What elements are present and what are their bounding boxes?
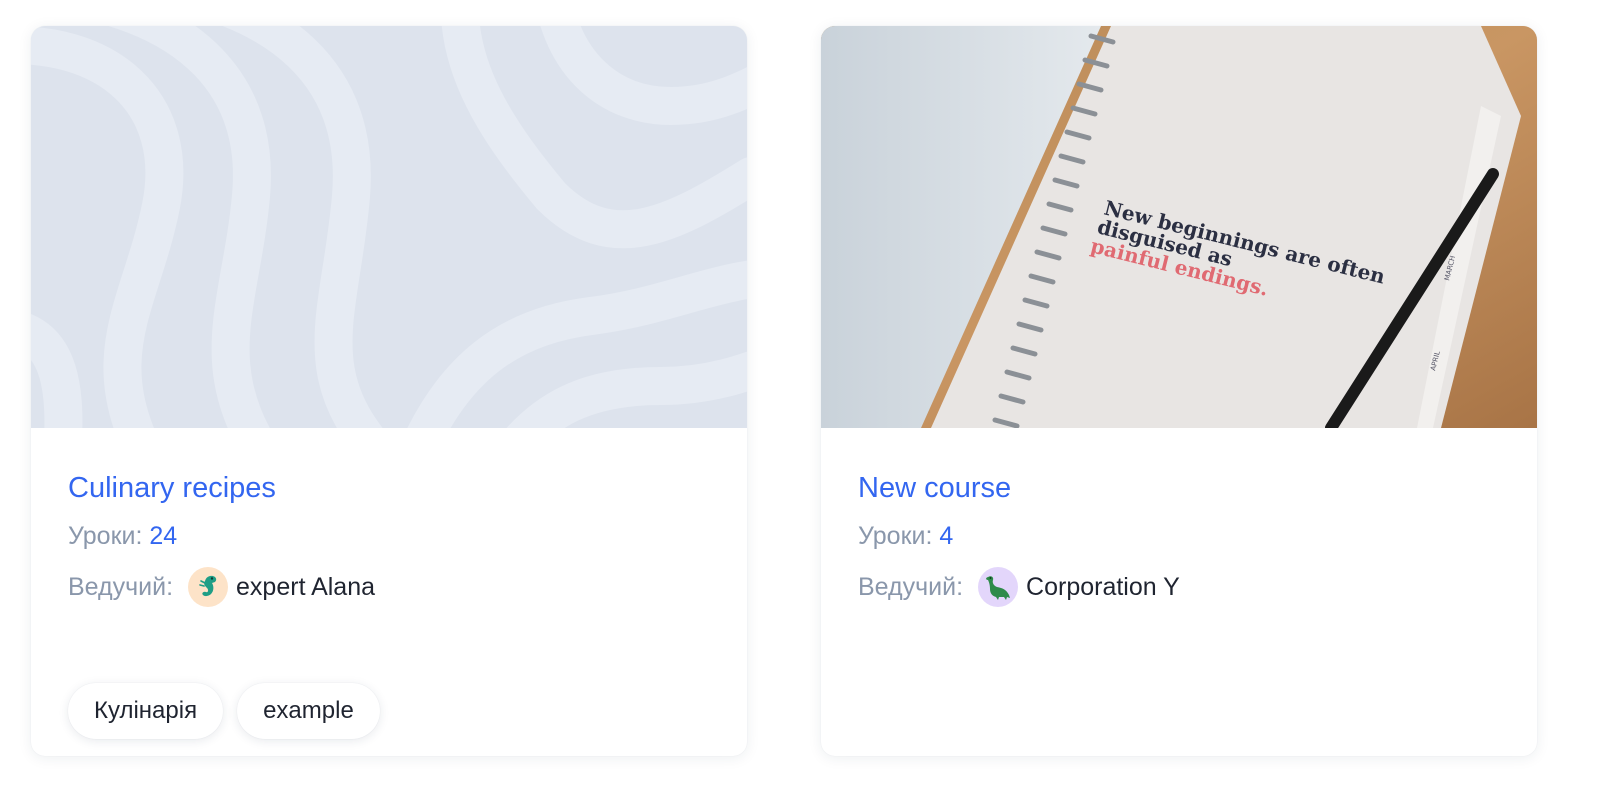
lessons-count-row: Уроки: 4: [858, 520, 1500, 552]
course-cover-image[interactable]: MARCH APRIL New beginnings are often dis…: [821, 26, 1537, 428]
tag-list: Кулінарія example: [68, 683, 710, 739]
lessons-count: 4: [939, 522, 954, 550]
host-label: Ведучий:: [68, 573, 174, 601]
course-card-culinary-recipes[interactable]: Culinary recipes Уроки: 24 Ведучий: expe…: [31, 26, 747, 756]
host-row: Ведучий: Corporation Y: [858, 567, 1500, 607]
avatar[interactable]: [188, 567, 229, 607]
course-title-link[interactable]: Culinary recipes: [68, 470, 276, 506]
lessons-label: Уроки:: [68, 522, 143, 550]
course-card-body: New course Уроки: 4 Ведучий: Corporation…: [821, 428, 1537, 607]
course-card-new-course[interactable]: MARCH APRIL New beginnings are often dis…: [821, 26, 1537, 756]
course-card-body: Culinary recipes Уроки: 24 Ведучий: expe…: [31, 428, 747, 739]
lessons-count-row: Уроки: 24: [68, 520, 710, 552]
dinosaur-icon: [986, 576, 1011, 600]
notebook-photo-cover: MARCH APRIL New beginnings are often dis…: [821, 26, 1537, 428]
lessons-count: 24: [149, 522, 178, 550]
lessons-label: Уроки:: [858, 522, 933, 550]
course-cover-image[interactable]: [31, 26, 747, 428]
host-name[interactable]: Corporation Y: [1026, 567, 1180, 607]
tag-chip[interactable]: example: [237, 683, 380, 739]
tag-chip[interactable]: Кулінарія: [68, 683, 224, 739]
avatar[interactable]: [978, 567, 1019, 607]
course-grid: Culinary recipes Уроки: 24 Ведучий: expe…: [0, 0, 1600, 803]
host-label: Ведучий:: [858, 573, 964, 601]
seahorse-icon: [199, 575, 217, 597]
course-title-link[interactable]: New course: [858, 470, 1011, 506]
wavy-pattern-cover: [31, 26, 747, 428]
host-row: Ведучий: expert Alana: [68, 567, 710, 607]
host-name[interactable]: expert Alana: [236, 567, 375, 607]
